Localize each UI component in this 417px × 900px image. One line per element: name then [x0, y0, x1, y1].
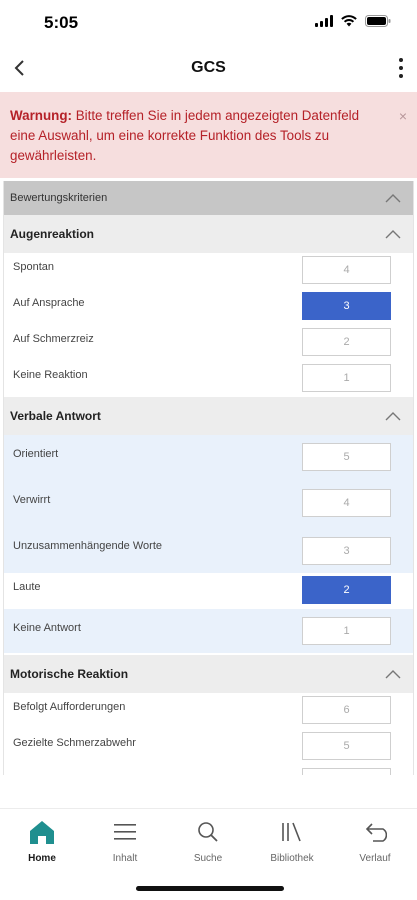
- score-option[interactable]: 6: [302, 696, 391, 724]
- home-indicator: [136, 886, 284, 891]
- list-item: Keine Reaktion 1: [4, 361, 413, 397]
- score-option-selected[interactable]: 3: [302, 292, 391, 320]
- chevron-up-icon: [385, 412, 401, 421]
- criterion-label: Orientiert: [13, 448, 59, 460]
- search-icon: [168, 817, 248, 847]
- criterion-label: Keine Reaktion: [13, 369, 88, 381]
- score-option-partial[interactable]: [302, 768, 391, 775]
- criterion-label: Laute: [13, 581, 41, 593]
- warning-title: Warnung:: [10, 108, 72, 123]
- close-icon[interactable]: ×: [399, 106, 407, 126]
- tab-home[interactable]: Home: [2, 817, 82, 864]
- tab-inhalt[interactable]: Inhalt: [85, 817, 165, 864]
- tab-label: Suche: [193, 853, 223, 864]
- page-title: GCS: [191, 59, 226, 76]
- score-option[interactable]: 4: [302, 489, 391, 517]
- criterion-label: Auf Ansprache: [13, 297, 85, 309]
- tab-label: Verlauf: [359, 853, 391, 864]
- criterion-label: Verwirrt: [13, 494, 51, 506]
- tab-label: Inhalt: [112, 853, 138, 864]
- section-title: Augenreaktion: [10, 227, 95, 241]
- score-option[interactable]: 1: [302, 617, 391, 645]
- list-item: Spontan 4: [4, 253, 413, 289]
- list-item: Keine Antwort 1: [4, 609, 413, 653]
- criteria-header[interactable]: Bewertungskriterien: [4, 181, 413, 215]
- navigation-bar: GCS: [0, 46, 417, 90]
- status-time: 5:05: [44, 13, 79, 32]
- list-item: Orientiert 5: [4, 435, 413, 481]
- more-options-button[interactable]: [393, 54, 409, 82]
- tab-suche[interactable]: Suche: [168, 817, 248, 864]
- score-option[interactable]: 1: [302, 364, 391, 392]
- section-header-augenreaktion[interactable]: Augenreaktion: [4, 215, 413, 253]
- tab-label: Bibliothek: [270, 853, 314, 864]
- history-icon: [335, 817, 415, 847]
- score-option[interactable]: 5: [302, 443, 391, 471]
- section-title: Verbale Antwort: [10, 409, 101, 423]
- score-option[interactable]: 2: [302, 328, 391, 356]
- criterion-label: Keine Antwort: [13, 622, 81, 634]
- warning-banner: Warnung: Bitte treffen Sie in jedem ange…: [0, 92, 417, 178]
- battery-icon: [365, 14, 391, 32]
- list-item: Unzusammenhängende Worte 3: [4, 527, 413, 573]
- chevron-up-icon: [385, 194, 401, 203]
- list-item: [4, 765, 413, 775]
- list-item: Auf Ansprache 3: [4, 289, 413, 325]
- menu-icon: [85, 817, 165, 847]
- score-option-selected[interactable]: 2: [302, 576, 391, 604]
- criterion-label: Gezielte Schmerzabwehr: [13, 737, 136, 749]
- wifi-icon: [341, 14, 357, 32]
- status-icons: [315, 14, 391, 32]
- list-item: Gezielte Schmerzabwehr 5: [4, 729, 413, 765]
- criterion-label: Unzusammenhängende Worte: [13, 540, 162, 552]
- section-header-motorische-reaktion[interactable]: Motorische Reaktion: [4, 655, 413, 693]
- library-icon: [252, 817, 332, 847]
- list-item: Befolgt Aufforderungen 6: [4, 693, 413, 729]
- tab-label: Home: [28, 853, 56, 864]
- list-item: Laute 2: [4, 573, 413, 609]
- score-option[interactable]: 3: [302, 537, 391, 565]
- score-option[interactable]: 5: [302, 732, 391, 760]
- list-item: Auf Schmerzreiz 2: [4, 325, 413, 361]
- gcs-form: Bewertungskriterien Augenreaktion Sponta…: [3, 181, 414, 775]
- section-title: Motorische Reaktion: [10, 667, 129, 681]
- criteria-header-label: Bewertungskriterien: [10, 192, 108, 204]
- criterion-label: Spontan: [13, 261, 54, 273]
- score-option[interactable]: 4: [302, 256, 391, 284]
- chevron-up-icon: [385, 670, 401, 679]
- section-header-verbale-antwort[interactable]: Verbale Antwort: [4, 397, 413, 435]
- tab-bibliothek[interactable]: Bibliothek: [252, 817, 332, 864]
- list-item: Verwirrt 4: [4, 481, 413, 527]
- criterion-label: Auf Schmerzreiz: [13, 333, 94, 345]
- criterion-label: Befolgt Aufforderungen: [13, 701, 126, 713]
- chevron-up-icon: [385, 230, 401, 239]
- signal-icon: [315, 14, 333, 32]
- status-bar: 5:05: [0, 0, 417, 46]
- home-icon: [2, 817, 82, 847]
- tab-verlauf[interactable]: Verlauf: [335, 817, 415, 864]
